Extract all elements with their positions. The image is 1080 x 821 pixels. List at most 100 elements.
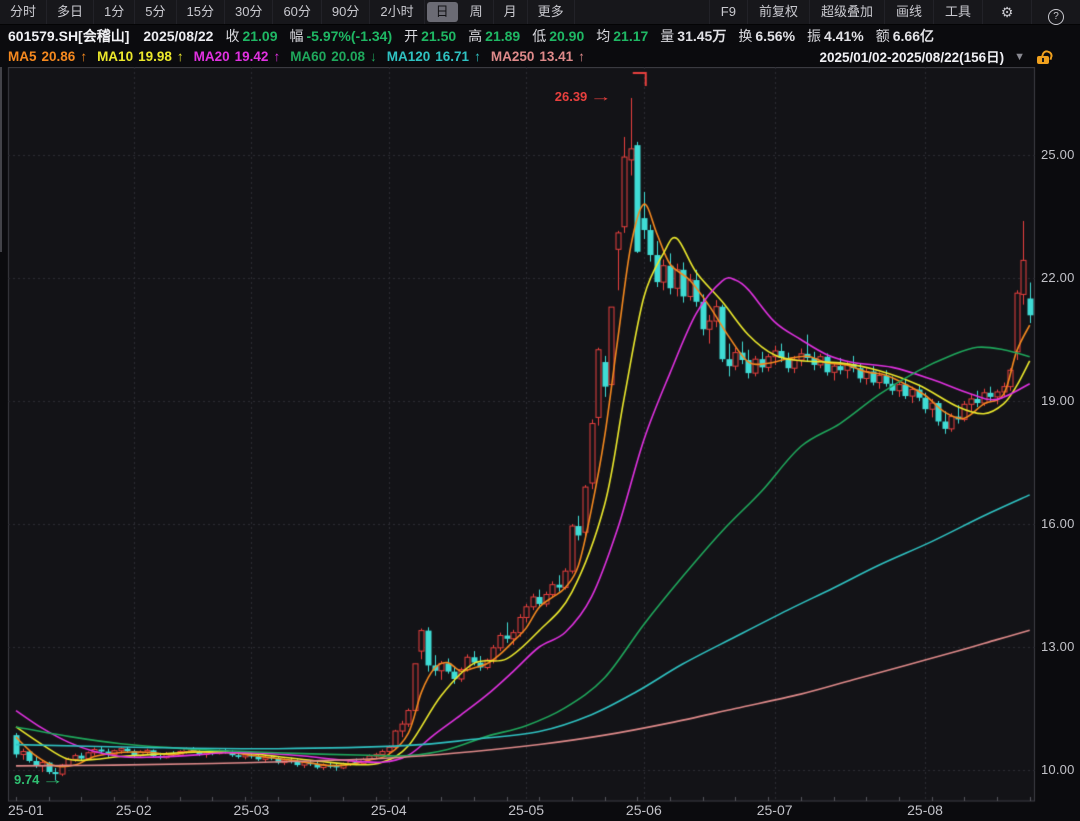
ma-items: MA520.86↑MA1019.98↑MA2019.42↑MA6020.08↓M… (8, 49, 595, 64)
x-axis-label: 25-07 (757, 802, 793, 818)
ma-value: 19.42 (235, 49, 269, 64)
quote-field-额: 额6.66亿 (876, 26, 934, 46)
period-tab-2[interactable]: 1分 (94, 0, 135, 24)
ma-item-ma120: MA12016.71↑ (387, 49, 481, 64)
period-tab-4[interactable]: 15分 (177, 0, 225, 24)
quote-field-label: 幅 (290, 28, 304, 44)
date-range-selector[interactable]: 2025/01/02-2025/08/22(156日) (819, 46, 1004, 68)
trend-arrow-icon: ↓ (370, 49, 377, 64)
chevron-down-icon[interactable]: ▼ (1014, 51, 1025, 63)
high-price-annotation: 26.39 → (555, 89, 604, 104)
period-tab-1[interactable]: 多日 (47, 0, 94, 24)
x-axis-label: 25-02 (116, 802, 152, 818)
quote-field-value: 31.45万 (677, 28, 726, 44)
trend-arrow-icon: ↑ (177, 49, 184, 64)
quote-field-收: 收21.09 (225, 26, 277, 46)
trend-arrow-icon: ↑ (578, 49, 585, 64)
help-question-glyph: ? (1048, 9, 1064, 25)
x-axis-label: 25-06 (626, 802, 662, 818)
toolbar-button-1[interactable]: 前复权 (747, 0, 809, 24)
x-axis-label: 25-08 (907, 802, 943, 818)
ma-name: MA10 (97, 49, 133, 64)
period-tab-7[interactable]: 90分 (322, 0, 370, 24)
quote-field-label: 振 (807, 28, 821, 44)
y-axis-label: 10.00 (1041, 762, 1075, 777)
quote-field-value: 20.90 (549, 28, 584, 44)
x-axis-label: 25-05 (508, 802, 544, 818)
quote-date: 2025/08/22 (143, 28, 213, 44)
period-tab-6[interactable]: 60分 (273, 0, 321, 24)
quote-field-开: 开21.50 (404, 26, 456, 46)
quote-bar: 601579.SH[会稽山] 2025/08/22 收21.09幅-5.97%(… (0, 25, 1080, 46)
quote-field-label: 额 (876, 28, 890, 44)
quote-field-value: 21.50 (421, 28, 456, 44)
ma-name: MA250 (491, 49, 535, 64)
period-tab-5[interactable]: 30分 (225, 0, 273, 24)
low-price-label: 9.74 (14, 772, 39, 787)
ma-name: MA20 (194, 49, 230, 64)
ma-name: MA60 (290, 49, 326, 64)
quote-field-label: 收 (225, 28, 239, 44)
period-toolbar: 分时多日1分5分15分30分60分90分2小时日周月更多 F9前复权超级叠加画线… (0, 0, 1080, 25)
y-axis-label: 19.00 (1041, 393, 1075, 408)
trend-arrow-icon: ↑ (474, 49, 481, 64)
period-tab-8[interactable]: 2小时 (370, 0, 424, 24)
x-axis-label: 25-03 (234, 802, 270, 818)
gear-icon[interactable]: ⚙ (982, 0, 1031, 24)
help-icon[interactable]: ? (1031, 0, 1080, 24)
period-tab-9[interactable]: 日 (427, 2, 458, 22)
ma-item-ma10: MA10 19.98 ↑ (97, 49, 184, 64)
y-axis-label: 25.00 (1041, 147, 1075, 162)
period-tab-0[interactable]: 分时 (0, 0, 47, 24)
toolbar-button-3[interactable]: 画线 (884, 0, 933, 24)
low-price-annotation: 9.74 → (14, 772, 55, 787)
toolbar-button-4[interactable]: 工具 (933, 0, 982, 24)
quote-field-幅: 幅-5.97%(-1.34) (290, 26, 393, 46)
quote-field-量: 量31.45万 (660, 26, 726, 46)
quote-field-label: 高 (468, 28, 482, 44)
range-selector-group: 2025/01/02-2025/08/22(156日) ▼ (819, 46, 1050, 68)
x-axis-label: 25-01 (8, 802, 44, 818)
quote-field-value: -5.97%(-1.34) (307, 28, 393, 44)
open-padlock-icon[interactable] (1037, 50, 1050, 64)
quote-field-value: 21.09 (242, 28, 277, 44)
y-axis-label: 13.00 (1041, 639, 1075, 654)
ma-name: MA120 (387, 49, 431, 64)
quote-field-振: 振4.41% (807, 26, 864, 46)
quote-field-均: 均21.17 (596, 26, 648, 46)
period-tab-11[interactable]: 月 (494, 0, 528, 24)
kline-chart-canvas[interactable] (0, 67, 1080, 821)
y-axis-label: 16.00 (1041, 516, 1075, 531)
toolbar-right-group: F9前复权超级叠加画线工具⚙? (709, 0, 1080, 24)
period-tab-12[interactable]: 更多 (528, 0, 575, 24)
quote-field-label: 开 (404, 28, 418, 44)
ma-value: 20.86 (42, 49, 76, 64)
ma-value: 13.41 (539, 49, 573, 64)
quote-field-低: 低20.90 (532, 26, 584, 46)
period-tabs: 分时多日1分5分15分30分60分90分2小时日周月更多 (0, 0, 575, 24)
right-arrow-icon: → (42, 772, 64, 787)
quote-field-value: 6.56% (755, 28, 795, 44)
y-axis-label: 22.00 (1041, 270, 1075, 285)
ma-item-ma20: MA2019.42↑ (194, 49, 281, 64)
quote-field-label: 量 (660, 28, 674, 44)
ma-indicator-bar: MA520.86↑MA1019.98↑MA2019.42↑MA6020.08↓M… (0, 46, 1080, 67)
quote-field-label: 均 (596, 28, 610, 44)
panel-edge-handle[interactable] (0, 67, 2, 252)
toolbar-button-2[interactable]: 超级叠加 (809, 0, 884, 24)
quote-field-value: 6.66亿 (893, 28, 934, 44)
quote-fields: 收21.09幅-5.97%(-1.34)开21.50高21.89低20.90均2… (225, 26, 946, 46)
quote-field-label: 低 (532, 28, 546, 44)
quote-field-label: 换 (738, 28, 752, 44)
high-price-label: 26.39 (555, 89, 588, 104)
ma-value: 19.98 (138, 49, 172, 64)
period-tab-10[interactable]: 周 (460, 0, 494, 24)
toolbar-button-0[interactable]: F9 (709, 0, 747, 24)
quote-field-value: 21.89 (485, 28, 520, 44)
x-axis-label: 25-04 (371, 802, 407, 818)
quote-field-换: 换6.56% (738, 26, 795, 46)
period-tab-3[interactable]: 5分 (135, 0, 176, 24)
ma-item-ma250: MA250 13.41 ↑ (491, 49, 585, 64)
quote-field-value: 4.41% (824, 28, 864, 44)
ma-item-ma60: MA6020.08↓ (290, 49, 377, 64)
